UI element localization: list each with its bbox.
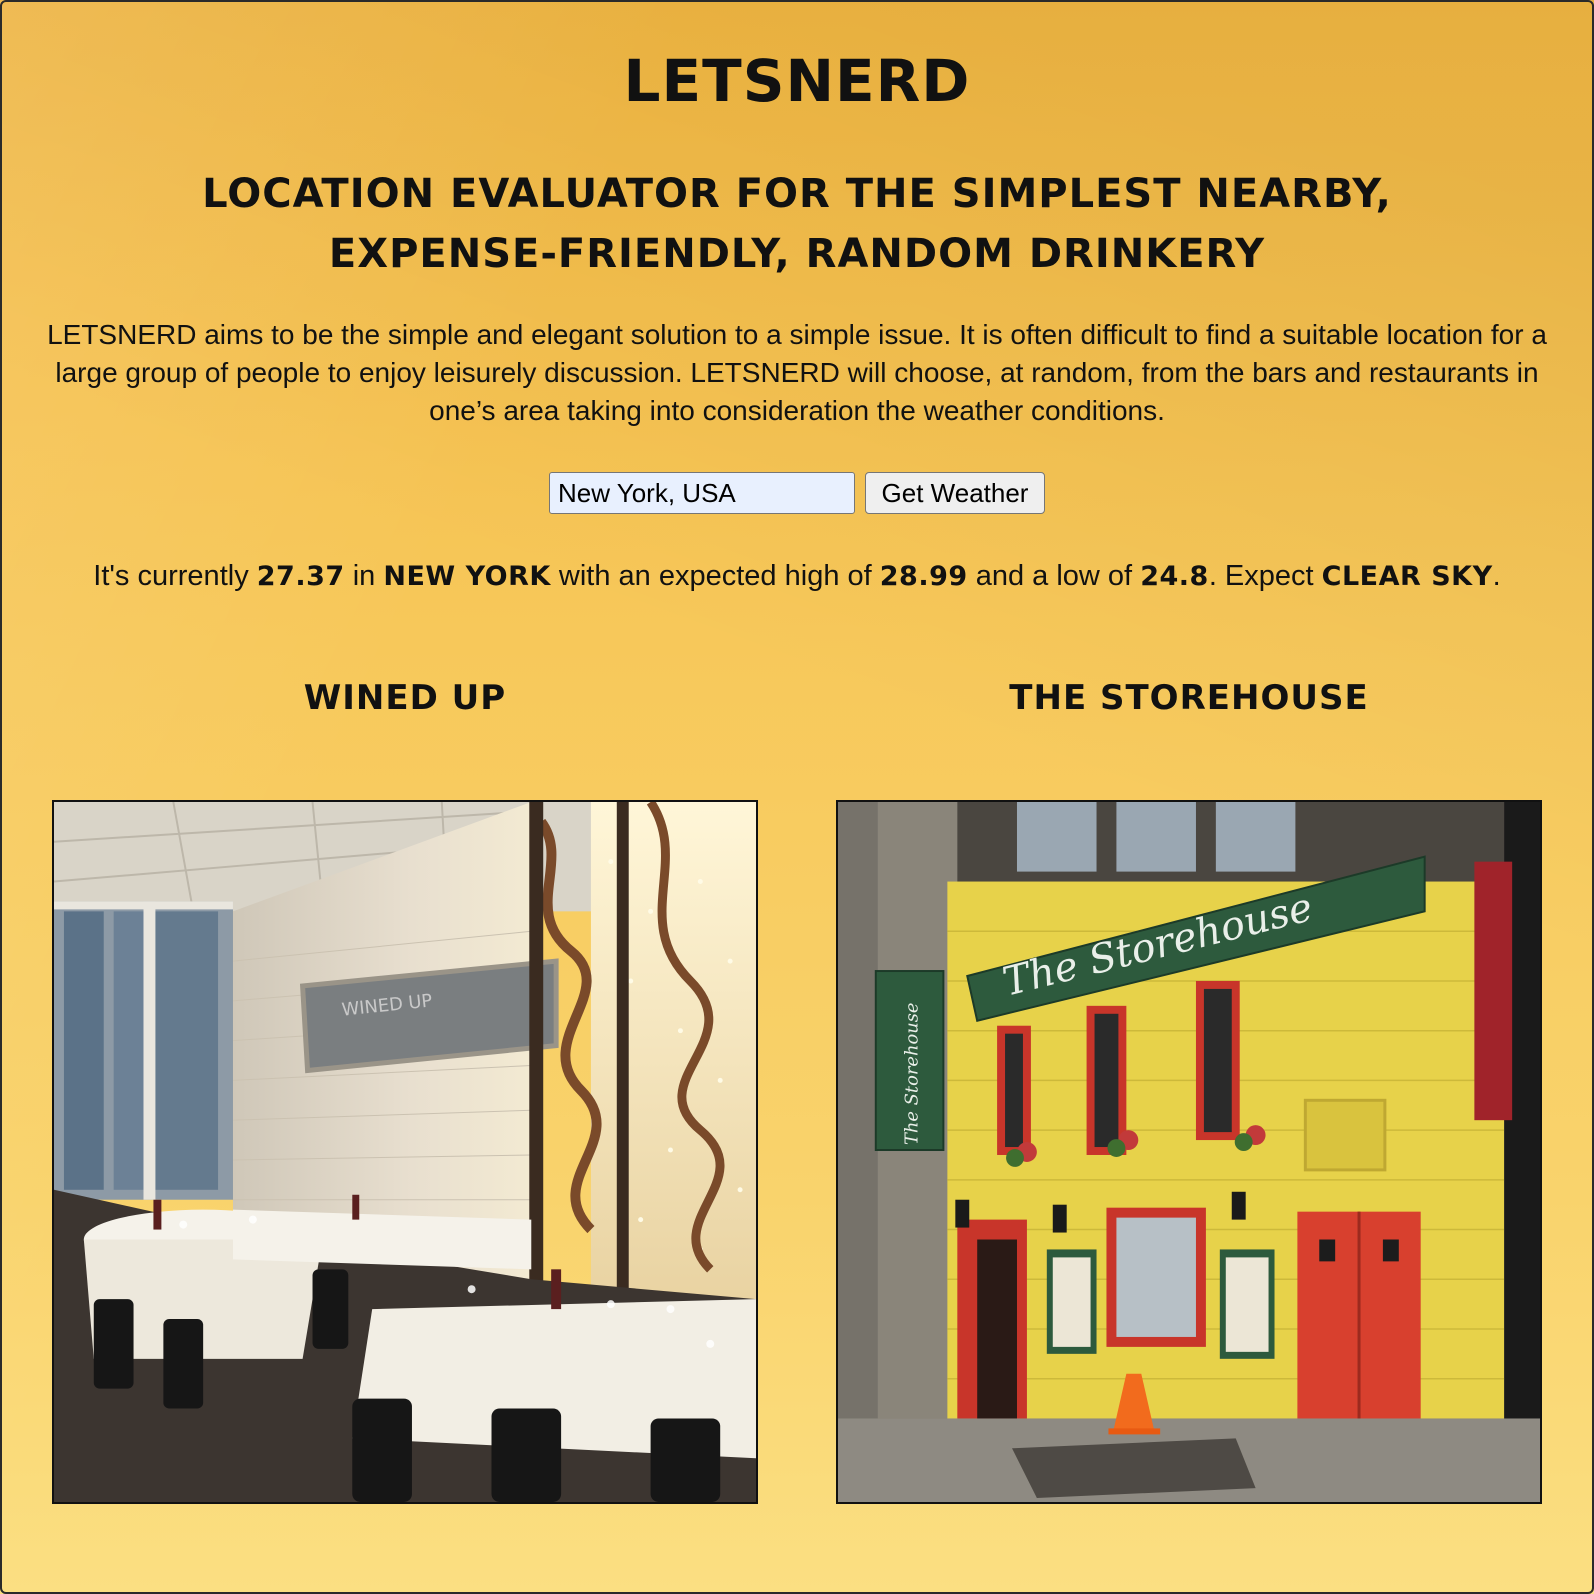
venue-photo: The Storehouse The Storehouse bbox=[836, 800, 1542, 1504]
get-weather-button[interactable]: Get Weather bbox=[865, 472, 1045, 514]
high-temp: 28.99 bbox=[879, 561, 968, 592]
intro-paragraph: LETSNERD aims to be the simple and elega… bbox=[47, 319, 1547, 426]
venue-name: The Storehouse bbox=[1009, 678, 1369, 718]
restaurant-interior-image: WINED UP bbox=[54, 802, 756, 1502]
venue-photo: WINED UP bbox=[52, 800, 758, 1504]
venue-name: Wined Up bbox=[303, 678, 507, 718]
current-temp: 27.37 bbox=[256, 561, 345, 592]
city-name: New York bbox=[383, 561, 551, 592]
low-temp: 24.8 bbox=[1140, 561, 1209, 592]
page-title: LETSNERD bbox=[623, 47, 971, 115]
search-bar: Get Weather bbox=[0, 472, 1594, 514]
weather-low-text: and a low of bbox=[975, 560, 1133, 592]
weather-prefix: It's currently bbox=[93, 560, 249, 592]
storehouse-vertical-sign: The Storehouse bbox=[902, 1002, 923, 1145]
weather-expect-text: . Expect bbox=[1208, 560, 1314, 592]
weather-high-text: with an expected high of bbox=[558, 560, 872, 592]
weather-end: . bbox=[1492, 560, 1501, 592]
venue-card-the-storehouse: The Storehouse The Storehouse bbox=[836, 676, 1542, 1504]
storefront-image: The Storehouse The Storehouse bbox=[838, 802, 1540, 1502]
page-subtitle: Location evaluator for the simplest near… bbox=[202, 171, 1392, 277]
weather-condition: clear sky bbox=[1321, 561, 1493, 592]
weather-summary: It's currently 27.37 in New York with an… bbox=[20, 556, 1574, 597]
weather-in-text: in bbox=[352, 560, 376, 592]
venue-card-wined-up: Wined Up bbox=[52, 676, 758, 1504]
location-input[interactable] bbox=[549, 472, 855, 514]
